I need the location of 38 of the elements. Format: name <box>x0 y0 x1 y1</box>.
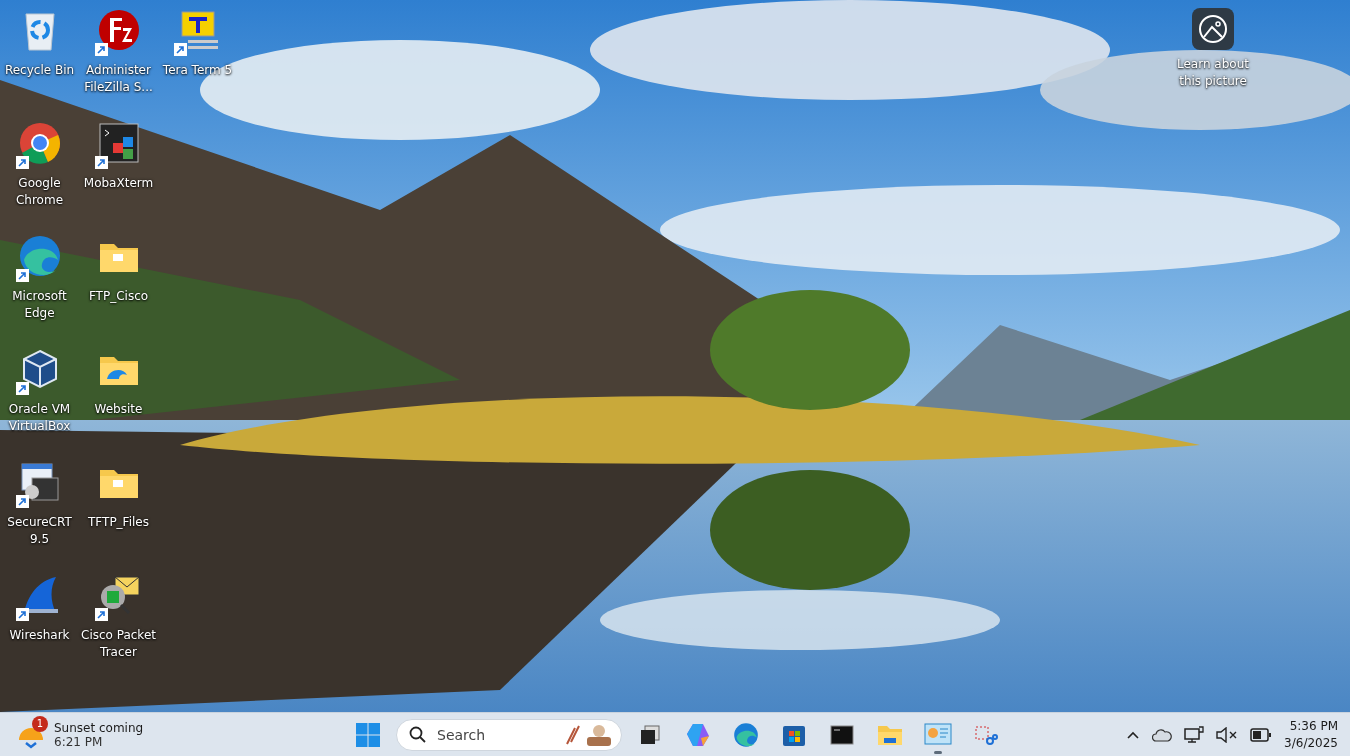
desktop-icon-label[interactable]: TFTP_Files <box>88 514 149 531</box>
desktop-icon-label[interactable]: Cisco Packet Tracer <box>80 627 157 661</box>
clock-time[interactable]: 5:36 PM <box>1289 717 1338 735</box>
weather-time: 6:21 PM <box>54 734 103 749</box>
terminal-icon <box>830 723 854 746</box>
desktop-icon-label[interactable]: Oracle VM VirtualBox <box>1 401 78 435</box>
network-icon[interactable] <box>1184 725 1205 744</box>
dashboard-icon <box>924 722 952 747</box>
search-bar[interactable]: Search <box>396 718 622 751</box>
desktop-icon-label[interactable]: Wireshark <box>9 627 70 644</box>
battery-icon[interactable] <box>1250 727 1273 742</box>
task-view-icon <box>639 723 661 746</box>
clock-date[interactable]: 3/6/2025 <box>1284 734 1338 752</box>
search-icon <box>409 725 427 744</box>
desktop-icon-label[interactable]: Google Chrome <box>1 175 78 209</box>
landscape-circle-icon <box>1198 14 1228 44</box>
terminal-blocks-icon <box>96 121 141 165</box>
filezilla-icon <box>96 8 141 52</box>
desktop-icon-label[interactable]: MobaXterm <box>83 175 154 192</box>
learn-picture-button[interactable] <box>1192 8 1234 50</box>
windows-logo-icon <box>355 721 381 748</box>
desktop-icon-label[interactable]: FTP_Cisco <box>88 288 149 305</box>
chrome-icon <box>17 121 62 165</box>
search-field[interactable]: Search <box>435 725 555 744</box>
copilot-icon <box>685 721 711 748</box>
desktop-icon-label[interactable]: Microsoft Edge <box>1 288 78 322</box>
cloud-icon[interactable] <box>1152 727 1173 742</box>
notification-count: 1 <box>32 715 48 732</box>
desktop-icon-label[interactable]: Website <box>94 401 143 418</box>
edge-icon <box>733 721 759 748</box>
desktop-icon-label[interactable]: Tera Term 5 <box>162 62 233 79</box>
muted-speaker-icon[interactable] <box>1216 726 1239 743</box>
desktop-icon-label[interactable]: Administer FileZilla S... <box>80 62 157 96</box>
desktop-icon-label[interactable]: SecureCRT 9.5 <box>1 514 78 548</box>
desktop-icon-label[interactable]: Recycle Bin <box>4 62 75 79</box>
chevron-up-icon[interactable] <box>1126 729 1141 740</box>
weather-title[interactable]: Sunset coming <box>54 720 144 735</box>
edge-icon <box>17 234 62 278</box>
